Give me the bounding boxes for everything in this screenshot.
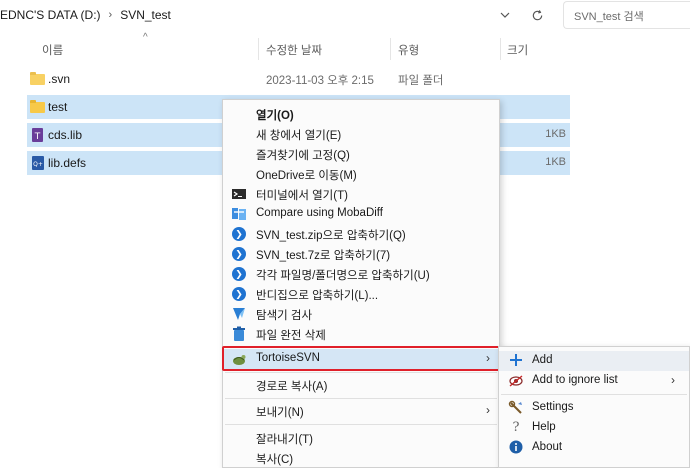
column-modified[interactable]: 수정한 날짜 [266, 42, 322, 58]
submenu-item-label: Settings [532, 401, 574, 413]
search-input[interactable]: SVN_test 검색 [563, 1, 690, 29]
menu-item-open[interactable]: 열기(O) [223, 104, 499, 124]
menu-item-label: 보내기(N) [256, 407, 304, 419]
menu-item-label: 탐색기 검사 [256, 310, 313, 322]
svg-text:Q+: Q+ [33, 161, 43, 168]
column-header: ^ 이름 수정한 날짜 유형 크기 [0, 30, 690, 68]
menu-item-label: 각각 파일명/폴더명으로 압축하기(U) [256, 270, 430, 282]
submenu-item-label: Help [532, 421, 556, 433]
submenu-item-settings[interactable]: Settings [499, 398, 689, 418]
menu-item-label: 반디집으로 압축하기(L)... [256, 290, 379, 302]
bandizip-icon: ❯ [231, 266, 247, 282]
info-icon [508, 440, 524, 456]
menu-item-send-to[interactable]: 보내기(N) › [223, 401, 499, 421]
refresh-icon[interactable] [528, 6, 546, 24]
file-size: 1KB [545, 156, 566, 168]
file-row[interactable]: .svn 2023-11-03 오후 2:15 파일 폴더 [27, 67, 570, 91]
column-type[interactable]: 유형 [398, 42, 419, 58]
ignore-icon [508, 373, 524, 389]
folder-icon [30, 71, 46, 87]
submenu-item-label: Add to ignore list [532, 374, 618, 386]
file-name: test [48, 100, 68, 114]
tortoisesvn-submenu: Add Add to ignore list › Settings ? Help… [498, 346, 690, 468]
breadcrumb-separator[interactable]: › [109, 9, 113, 21]
menu-item-copy[interactable]: 복사(C) [223, 448, 499, 468]
mobadiff-icon [231, 206, 247, 222]
breadcrumb-folder[interactable]: SVN_test [120, 8, 171, 22]
menu-item-explorer-scan[interactable]: 탐색기 검사 [223, 304, 499, 324]
address-bar[interactable]: EDNC'S DATA (D:) › SVN_test [0, 0, 555, 30]
bandizip-icon: ❯ [231, 286, 247, 302]
column-divider[interactable] [500, 38, 501, 60]
bandizip-icon: ❯ [231, 226, 247, 242]
menu-item-label: 즐겨찾기에 고정(Q) [256, 150, 350, 162]
file-name: lib.defs [48, 156, 87, 170]
menu-item-label: Compare using MobaDiff [256, 207, 383, 219]
submenu-item-help[interactable]: ? Help [499, 418, 689, 438]
menu-item-mobadiff[interactable]: Compare using MobaDiff [223, 204, 499, 224]
menu-item-open-terminal[interactable]: 터미널에서 열기(T) [223, 184, 499, 204]
file-size: 1KB [545, 128, 566, 140]
help-icon: ? [512, 420, 520, 435]
sort-ascending-icon: ^ [143, 32, 148, 43]
menu-item-label: 파일 완전 삭제 [256, 330, 326, 342]
menu-item-label: 경로로 복사(A) [256, 381, 328, 393]
explorer-scan-icon [231, 306, 247, 322]
defs-file-icon: Q+ [30, 155, 46, 171]
plus-icon [508, 353, 524, 369]
submenu-item-label: About [532, 441, 563, 453]
menu-item-7z[interactable]: ❯ SVN_test.7z로 압축하기(7) [223, 244, 499, 264]
menu-separator [225, 372, 497, 373]
menu-item-copy-path[interactable]: 경로로 복사(A) [223, 375, 499, 395]
menu-item-move-onedrive[interactable]: OneDrive로 이동(M) [223, 164, 499, 184]
menu-item-label: 복사(C) [256, 454, 294, 466]
shred-icon [231, 326, 247, 342]
column-divider[interactable] [258, 38, 259, 60]
submenu-arrow-icon: › [671, 373, 675, 387]
menu-item-open-new-window[interactable]: 새 창에서 열기(E) [223, 124, 499, 144]
menu-item-shred[interactable]: 파일 완전 삭제 [223, 324, 499, 344]
menu-item-compress-each[interactable]: ❯ 각각 파일명/폴더명으로 압축하기(U) [223, 264, 499, 284]
column-size[interactable]: 크기 [507, 42, 528, 58]
breadcrumb-drive[interactable]: EDNC'S DATA (D:) [0, 8, 101, 22]
terminal-icon [231, 186, 247, 202]
file-name: cds.lib [48, 128, 83, 142]
folder-icon [30, 99, 46, 115]
chevron-down-icon[interactable] [497, 7, 513, 23]
menu-item-label: 새 창에서 열기(E) [256, 130, 342, 142]
menu-item-label: 잘라내기(T) [256, 434, 314, 446]
submenu-item-label: Add [532, 354, 553, 366]
context-menu: 열기(O) 새 창에서 열기(E) 즐겨찾기에 고정(Q) OneDrive로 … [222, 99, 500, 468]
file-modified: 2023-11-03 오후 2:15 [266, 75, 374, 87]
menu-separator [225, 398, 497, 399]
file-name: .svn [48, 72, 71, 86]
menu-separator [501, 394, 687, 395]
file-type: 파일 폴더 [398, 75, 444, 87]
column-name[interactable]: 이름 [42, 42, 63, 58]
bandizip-icon: ❯ [231, 246, 247, 262]
menu-item-cut[interactable]: 잘라내기(T) [223, 428, 499, 448]
submenu-item-add[interactable]: Add [499, 351, 689, 371]
submenu-item-add-ignore[interactable]: Add to ignore list › [499, 371, 689, 391]
menu-separator [225, 424, 497, 425]
menu-item-label: 열기(O) [256, 110, 294, 122]
lib-file-icon: T [30, 127, 46, 143]
submenu-arrow-icon: › [486, 403, 490, 417]
menu-item-label: SVN_test.zip으로 압축하기(Q) [256, 230, 406, 242]
column-divider[interactable] [390, 38, 391, 60]
submenu-item-about[interactable]: About [499, 438, 689, 458]
menu-item-bandizip[interactable]: ❯ 반디집으로 압축하기(L)... [223, 284, 499, 304]
settings-icon [508, 400, 524, 416]
menu-item-zip[interactable]: ❯ SVN_test.zip으로 압축하기(Q) [223, 224, 499, 244]
menu-item-pin-quick-access[interactable]: 즐겨찾기에 고정(Q) [223, 144, 499, 164]
menu-item-label: OneDrive로 이동(M) [256, 170, 357, 182]
svg-text:T: T [34, 132, 41, 142]
menu-item-label: 터미널에서 열기(T) [256, 190, 348, 202]
menu-item-label: SVN_test.7z로 압축하기(7) [256, 250, 391, 262]
